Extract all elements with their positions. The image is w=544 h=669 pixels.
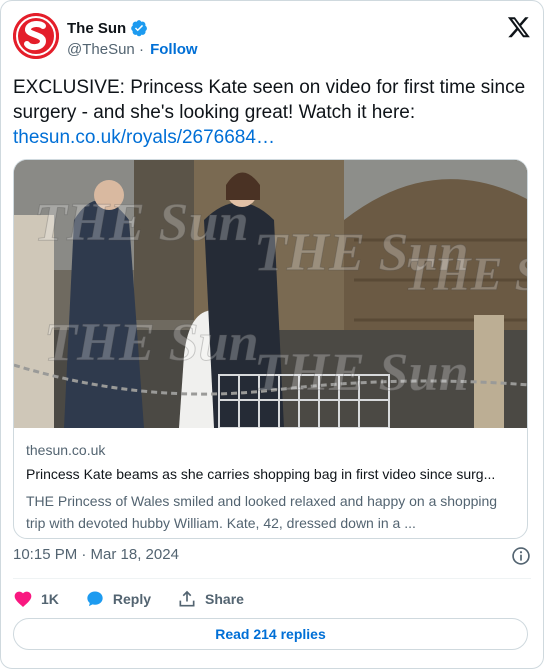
tweet-text: EXCLUSIVE: Princess Kate seen on video f… — [13, 77, 526, 123]
link-preview-card[interactable]: THE Sun THE Sun THE Sun THE Sun THE Sun … — [13, 159, 528, 539]
tweet-header: The Sun @TheSun · Follow — [13, 13, 531, 59]
account-handle[interactable]: @TheSun — [67, 41, 135, 58]
link-domain: thesun.co.uk — [26, 442, 106, 458]
timestamp[interactable]: 10:15 PM · Mar 18, 2024 — [13, 546, 179, 563]
tweet-body: EXCLUSIVE: Princess Kate seen on video f… — [13, 75, 533, 150]
reply-button[interactable]: Reply — [85, 589, 151, 609]
watermark-text: THE Sun — [44, 312, 259, 372]
watermark-text: THE Sun — [404, 248, 528, 301]
follow-button[interactable]: Follow — [150, 41, 198, 58]
tweet-meta: 10:15 PM · Mar 18, 2024 — [13, 546, 531, 568]
share-label: Share — [205, 591, 244, 607]
x-logo-icon[interactable] — [507, 15, 531, 39]
reply-label: Reply — [112, 591, 152, 607]
the-sun-logo-icon — [13, 13, 59, 59]
watermark-text: THE Sun — [34, 192, 249, 252]
heart-icon — [14, 591, 32, 607]
avatar[interactable] — [13, 13, 59, 59]
divider — [13, 578, 531, 579]
verified-badge-icon — [131, 20, 148, 37]
like-count: 1K — [41, 591, 59, 607]
share-icon — [179, 590, 195, 607]
reply-bubble-icon — [87, 591, 103, 607]
watermark-text: THE Sun — [254, 342, 469, 402]
link-description: THE Princess of Wales smiled and looked … — [26, 493, 498, 531]
account-name[interactable]: The Sun — [67, 20, 126, 37]
read-replies-button[interactable]: Read 214 replies — [13, 618, 528, 650]
share-button[interactable]: Share — [177, 589, 244, 609]
link-title: Princess Kate beams as she carries shopp… — [26, 466, 496, 482]
info-icon[interactable] — [511, 546, 531, 566]
handle-separator: · — [138, 41, 144, 58]
like-button[interactable]: 1K — [13, 589, 59, 609]
news-photo-icon: THE Sun THE Sun THE Sun THE Sun THE Sun — [14, 160, 528, 428]
tweet-embed-card: The Sun @TheSun · Follow EXCLUSIVE: Prin… — [0, 0, 544, 669]
tweet-link[interactable]: thesun.co.uk/royals/2676684… — [13, 125, 533, 150]
action-bar: 1K Reply Share — [13, 587, 531, 611]
